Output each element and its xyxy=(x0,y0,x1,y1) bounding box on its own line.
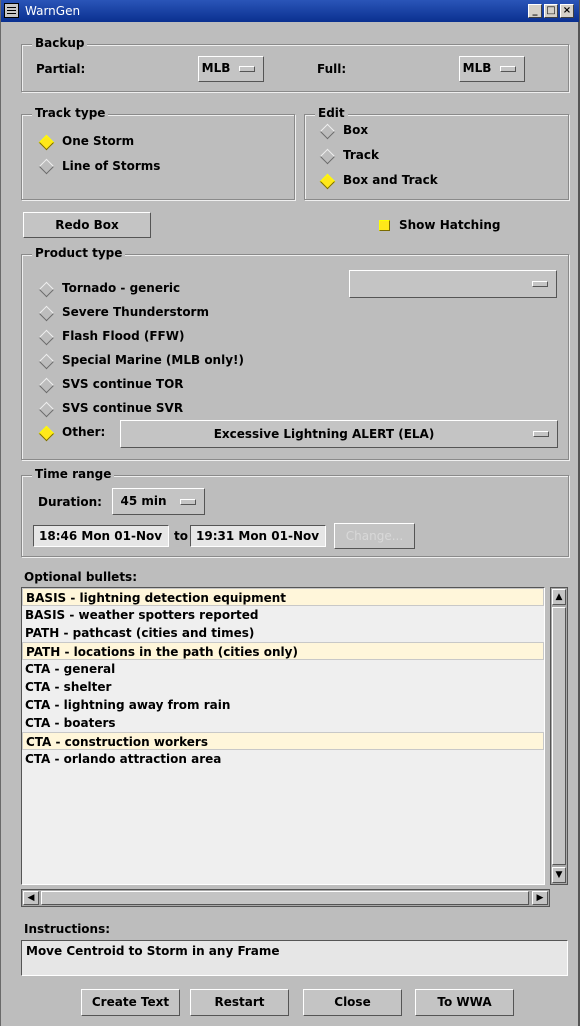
list-item[interactable]: CTA - lightning away from rain xyxy=(22,696,544,714)
horizontal-scroll-thumb[interactable] xyxy=(41,891,529,905)
box-label[interactable]: Box xyxy=(343,123,368,137)
option-menu-indicator-icon xyxy=(239,66,255,72)
duration-select[interactable]: 45 min xyxy=(112,488,205,515)
start-time-field[interactable]: 18:46 Mon 01-Nov xyxy=(33,525,169,547)
title-bar: WarnGen _ □ × xyxy=(1,0,579,22)
window-menu-icon[interactable] xyxy=(4,3,19,18)
list-item[interactable]: CTA - orlando attraction area xyxy=(22,750,544,768)
track-label[interactable]: Track xyxy=(343,148,379,162)
bullets-horizontal-scrollbar[interactable]: ◀ ▶ xyxy=(21,889,550,907)
show-hatching-label[interactable]: Show Hatching xyxy=(399,218,500,232)
duration-value: 45 min xyxy=(120,494,167,508)
option-menu-indicator-icon xyxy=(180,499,196,505)
create-text-button[interactable]: Create Text xyxy=(81,989,180,1016)
product-option-label[interactable]: Tornado - generic xyxy=(62,281,180,295)
minimize-icon[interactable]: _ xyxy=(528,4,542,18)
list-item[interactable]: PATH - locations in the path (cities onl… xyxy=(22,642,544,660)
list-item[interactable]: CTA - general xyxy=(22,660,544,678)
edit-legend: Edit xyxy=(315,106,348,120)
scroll-down-arrow-icon[interactable]: ▼ xyxy=(552,867,566,883)
product-option-label[interactable]: Special Marine (MLB only!) xyxy=(62,353,244,367)
scroll-right-arrow-icon[interactable]: ▶ xyxy=(532,891,548,905)
optional-bullets-list[interactable]: BASIS - lightning detection equipment BAS… xyxy=(21,587,545,885)
list-item[interactable]: BASIS - weather spotters reported xyxy=(22,606,544,624)
list-item[interactable]: PATH - pathcast (cities and times) xyxy=(22,624,544,642)
product-option-label[interactable]: SVS continue TOR xyxy=(62,377,184,391)
partial-label: Partial: xyxy=(36,62,86,76)
product-option-label[interactable]: Flash Flood (FFW) xyxy=(62,329,184,343)
close-button[interactable]: Close xyxy=(303,989,402,1016)
box-and-track-label[interactable]: Box and Track xyxy=(343,173,438,187)
option-menu-indicator-icon xyxy=(532,281,548,287)
track-type-legend: Track type xyxy=(32,106,109,120)
other-product-value: Excessive Lightning ALERT (ELA) xyxy=(213,427,435,441)
to-label: to xyxy=(174,529,188,543)
window-title: WarnGen xyxy=(25,4,81,18)
full-backup-select[interactable]: MLB xyxy=(459,56,525,82)
duration-label: Duration: xyxy=(38,495,102,509)
list-item[interactable]: CTA - boaters xyxy=(22,714,544,732)
end-time-field[interactable]: 19:31 Mon 01-Nov xyxy=(190,525,326,547)
optional-bullets-label: Optional bullets: xyxy=(24,570,137,584)
product-option-label[interactable]: Other: xyxy=(62,425,105,439)
show-hatching-checkbox[interactable] xyxy=(379,220,390,231)
line-of-storms-label[interactable]: Line of Storms xyxy=(62,159,160,173)
partial-backup-select[interactable]: MLB xyxy=(198,56,264,82)
warngen-window: WarnGen _ □ × Backup Partial: MLB Full: … xyxy=(0,0,580,1026)
option-menu-indicator-icon xyxy=(533,431,549,437)
scroll-up-arrow-icon[interactable]: ▲ xyxy=(552,589,566,605)
product-option-label[interactable]: Severe Thunderstorm xyxy=(62,305,209,319)
instructions-field: Move Centroid to Storm in any Frame xyxy=(21,940,568,976)
vertical-scroll-thumb[interactable] xyxy=(552,607,566,865)
list-item[interactable]: BASIS - lightning detection equipment xyxy=(22,588,544,606)
other-product-select[interactable]: Excessive Lightning ALERT (ELA) xyxy=(120,420,558,448)
product-secondary-select[interactable] xyxy=(349,270,557,298)
list-item[interactable]: CTA - shelter xyxy=(22,678,544,696)
maximize-icon[interactable]: □ xyxy=(544,4,558,18)
one-storm-label[interactable]: One Storm xyxy=(62,134,134,148)
list-item[interactable]: CTA - construction workers xyxy=(22,732,544,750)
full-backup-value: MLB xyxy=(462,61,492,75)
instructions-label: Instructions: xyxy=(24,922,111,936)
scroll-left-arrow-icon[interactable]: ◀ xyxy=(23,891,39,905)
track-type-group: Track type xyxy=(21,106,295,200)
option-menu-indicator-icon xyxy=(500,66,516,72)
partial-backup-value: MLB xyxy=(201,61,231,75)
to-wwa-button[interactable]: To WWA xyxy=(415,989,514,1016)
product-option-label[interactable]: SVS continue SVR xyxy=(62,401,183,415)
restart-button[interactable]: Restart xyxy=(190,989,289,1016)
change-time-button[interactable]: Change... xyxy=(334,523,415,549)
close-window-icon[interactable]: × xyxy=(560,4,574,18)
redo-box-button[interactable]: Redo Box xyxy=(23,212,151,238)
full-label: Full: xyxy=(317,62,347,76)
product-type-legend: Product type xyxy=(32,246,126,260)
time-range-legend: Time range xyxy=(32,467,115,481)
backup-legend: Backup xyxy=(32,36,88,50)
bullets-vertical-scrollbar[interactable]: ▲ ▼ xyxy=(550,587,568,885)
